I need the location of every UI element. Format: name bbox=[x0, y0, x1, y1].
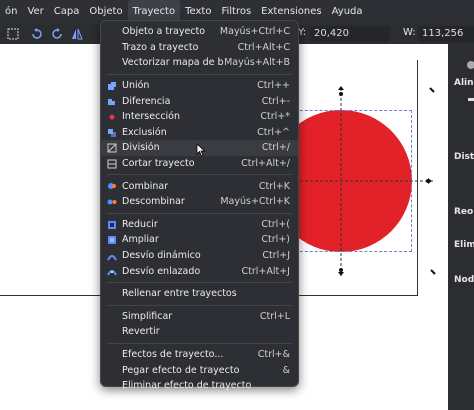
y-input[interactable]: 20,420 bbox=[310, 26, 390, 42]
inset-icon bbox=[108, 220, 116, 229]
menu-item[interactable]: Objeto a trayecto Mayús+Ctrl+C bbox=[101, 24, 298, 40]
menu-separator bbox=[107, 342, 292, 344]
division-icon bbox=[107, 143, 117, 153]
menu-item-label: Descombinar bbox=[122, 196, 185, 208]
menu-item-shortcut: Ctrl+Alt+J bbox=[241, 265, 291, 277]
menu-item[interactable]: Vectorizar mapa de bits...Mayús+Alt+B bbox=[101, 55, 298, 71]
menu-item-shortcut: Mayús+Ctrl+K bbox=[220, 196, 290, 208]
menu-item-shortcut: Ctrl+^ bbox=[257, 126, 290, 138]
y-label: Y: bbox=[298, 27, 307, 38]
menu-item[interactable]: Eliminar efecto de trayecto bbox=[101, 378, 298, 394]
menu-item[interactable]: Pegar efecto de trayecto & bbox=[101, 362, 298, 378]
intersection-icon bbox=[109, 114, 115, 120]
break-apart-icon bbox=[107, 199, 117, 205]
panel-label-remove: Elimi bbox=[454, 240, 474, 250]
menu-item-label: Exclusión bbox=[122, 126, 167, 138]
menu-separator bbox=[107, 73, 292, 75]
menu-item[interactable]: Unión Ctrl++ bbox=[101, 78, 298, 94]
w-input[interactable]: 113,256 bbox=[418, 26, 474, 42]
panel-label-align: Aline bbox=[454, 78, 474, 88]
menu-item-shortcut: Ctrl+- bbox=[261, 95, 290, 107]
menu-item-label: Vectorizar mapa de bits... bbox=[122, 57, 224, 69]
menu-item-label: Ampliar bbox=[122, 234, 159, 246]
menubar-item[interactable]: Ayuda bbox=[327, 0, 368, 24]
menu-item-shortcut: Ctrl+/ bbox=[261, 142, 290, 154]
menu-item[interactable]: Efectos de trayecto... Ctrl+& bbox=[101, 347, 298, 363]
menu-item-label: Combinar bbox=[122, 180, 169, 192]
menu-separator bbox=[107, 212, 292, 214]
menu-item-label: Pegar efecto de trayecto bbox=[122, 364, 240, 376]
dynamic-offset-icon bbox=[107, 254, 117, 261]
menu-item-shortcut: Ctrl+* bbox=[260, 111, 290, 123]
menu-item-label: Simplificar bbox=[122, 310, 173, 322]
menu-item-label: Rellenar entre trayectos bbox=[122, 288, 237, 300]
menu-item[interactable]: Cortar trayecto Ctrl+Alt+/ bbox=[101, 156, 298, 172]
menu-separator bbox=[107, 281, 292, 283]
difference-icon bbox=[108, 97, 116, 106]
menu-item[interactable]: Desvío dinámico Ctrl+J bbox=[101, 248, 298, 264]
menu-item-shortcut: & bbox=[282, 364, 290, 376]
menu-item-shortcut: Ctrl+) bbox=[261, 234, 290, 246]
flip-horizontal-icon[interactable] bbox=[70, 27, 84, 41]
rotate-cw-icon[interactable] bbox=[50, 27, 64, 41]
menu-item-shortcut: Ctrl+Alt+C bbox=[237, 41, 290, 53]
menu-item[interactable]: Combinar Ctrl+K bbox=[101, 178, 298, 194]
menu-item-label: Revertir bbox=[122, 326, 160, 338]
menubar-item[interactable]: Capa bbox=[49, 0, 85, 24]
menu-item-shortcut: Ctrl+J bbox=[262, 250, 290, 262]
menu-item-shortcut: Ctrl+K bbox=[258, 180, 290, 192]
menu-item-label: Cortar trayecto bbox=[122, 158, 195, 170]
menu-item-label: Trazo a trayecto bbox=[122, 41, 199, 53]
panel-label-distribute: Distr bbox=[454, 152, 474, 162]
menubar-item[interactable]: ón bbox=[0, 0, 22, 24]
w-label: W: bbox=[403, 27, 416, 38]
menu-item[interactable]: Diferencia Ctrl+- bbox=[101, 93, 298, 109]
path-menu-dropdown: Objeto a trayecto Mayús+Ctrl+C Trazo a tra… bbox=[100, 20, 299, 391]
menu-item[interactable]: Intersección Ctrl+* bbox=[101, 109, 298, 125]
menu-item-label: Unión bbox=[122, 80, 150, 92]
align-icon bbox=[467, 61, 474, 69]
menu-item-shortcut: Ctrl+( bbox=[261, 218, 290, 230]
menu-item-label: División bbox=[122, 142, 160, 154]
panel-tab-mark bbox=[468, 98, 474, 101]
menu-item-shortcut: Ctrl+& bbox=[257, 348, 290, 360]
menu-item[interactable]: Rellenar entre trayectos bbox=[101, 286, 298, 302]
menu-item-label: Intersección bbox=[122, 111, 181, 123]
menu-item-shortcut: Ctrl++ bbox=[257, 80, 290, 92]
menu-item[interactable]: Ampliar Ctrl+) bbox=[101, 232, 298, 248]
menu-item-label: Reducir bbox=[122, 218, 158, 230]
menu-item[interactable]: Descombinar Mayús+Ctrl+K bbox=[101, 194, 298, 210]
union-icon bbox=[108, 81, 116, 90]
rotate-ccw-icon[interactable] bbox=[30, 27, 44, 41]
menu-item-shortcut: Mayús+Alt+B bbox=[224, 57, 290, 69]
menu-item-label: Objeto a trayecto bbox=[122, 26, 206, 38]
menu-item-label: Efectos de trayecto... bbox=[122, 348, 224, 360]
menu-item-shortcut: Mayús+Ctrl+C bbox=[219, 26, 290, 38]
outset-icon bbox=[108, 236, 116, 245]
menu-item-label: Desvío dinámico bbox=[122, 250, 201, 262]
menu-separator bbox=[107, 304, 292, 306]
menu-item[interactable]: Revertir bbox=[101, 324, 298, 340]
select-all-icon[interactable] bbox=[6, 27, 20, 41]
combine-icon bbox=[108, 183, 116, 190]
menu-item[interactable]: Simplificar Ctrl+L bbox=[101, 309, 298, 325]
mouse-cursor-icon bbox=[196, 143, 206, 157]
exclusion-icon bbox=[108, 128, 116, 137]
menu-item-label: Eliminar efecto de trayecto bbox=[122, 380, 252, 392]
menu-item[interactable]: Trazo a trayecto Ctrl+Alt+C bbox=[101, 40, 298, 56]
menu-item-label: Desvío enlazado bbox=[122, 265, 201, 277]
menu-item[interactable]: Reducir Ctrl+( bbox=[101, 217, 298, 233]
menu-item-shortcut: Ctrl+L bbox=[259, 310, 290, 322]
panel-label-nodes: Nodo bbox=[454, 275, 474, 285]
right-panel: Aline Distr Reor Elimi Nodo bbox=[448, 44, 474, 410]
menu-item-label: Diferencia bbox=[122, 95, 171, 107]
cut-path-icon bbox=[107, 159, 117, 169]
menu-item-shortcut: Ctrl+Alt+/ bbox=[241, 158, 290, 170]
menu-item[interactable]: Desvío enlazado Ctrl+Alt+J bbox=[101, 263, 298, 279]
linked-offset-icon bbox=[107, 270, 117, 276]
menu-separator bbox=[107, 174, 292, 176]
menubar-item[interactable]: Ver bbox=[22, 0, 48, 24]
panel-label-reorder: Reor bbox=[454, 207, 474, 217]
menu-item[interactable]: Exclusión Ctrl+^ bbox=[101, 125, 298, 141]
